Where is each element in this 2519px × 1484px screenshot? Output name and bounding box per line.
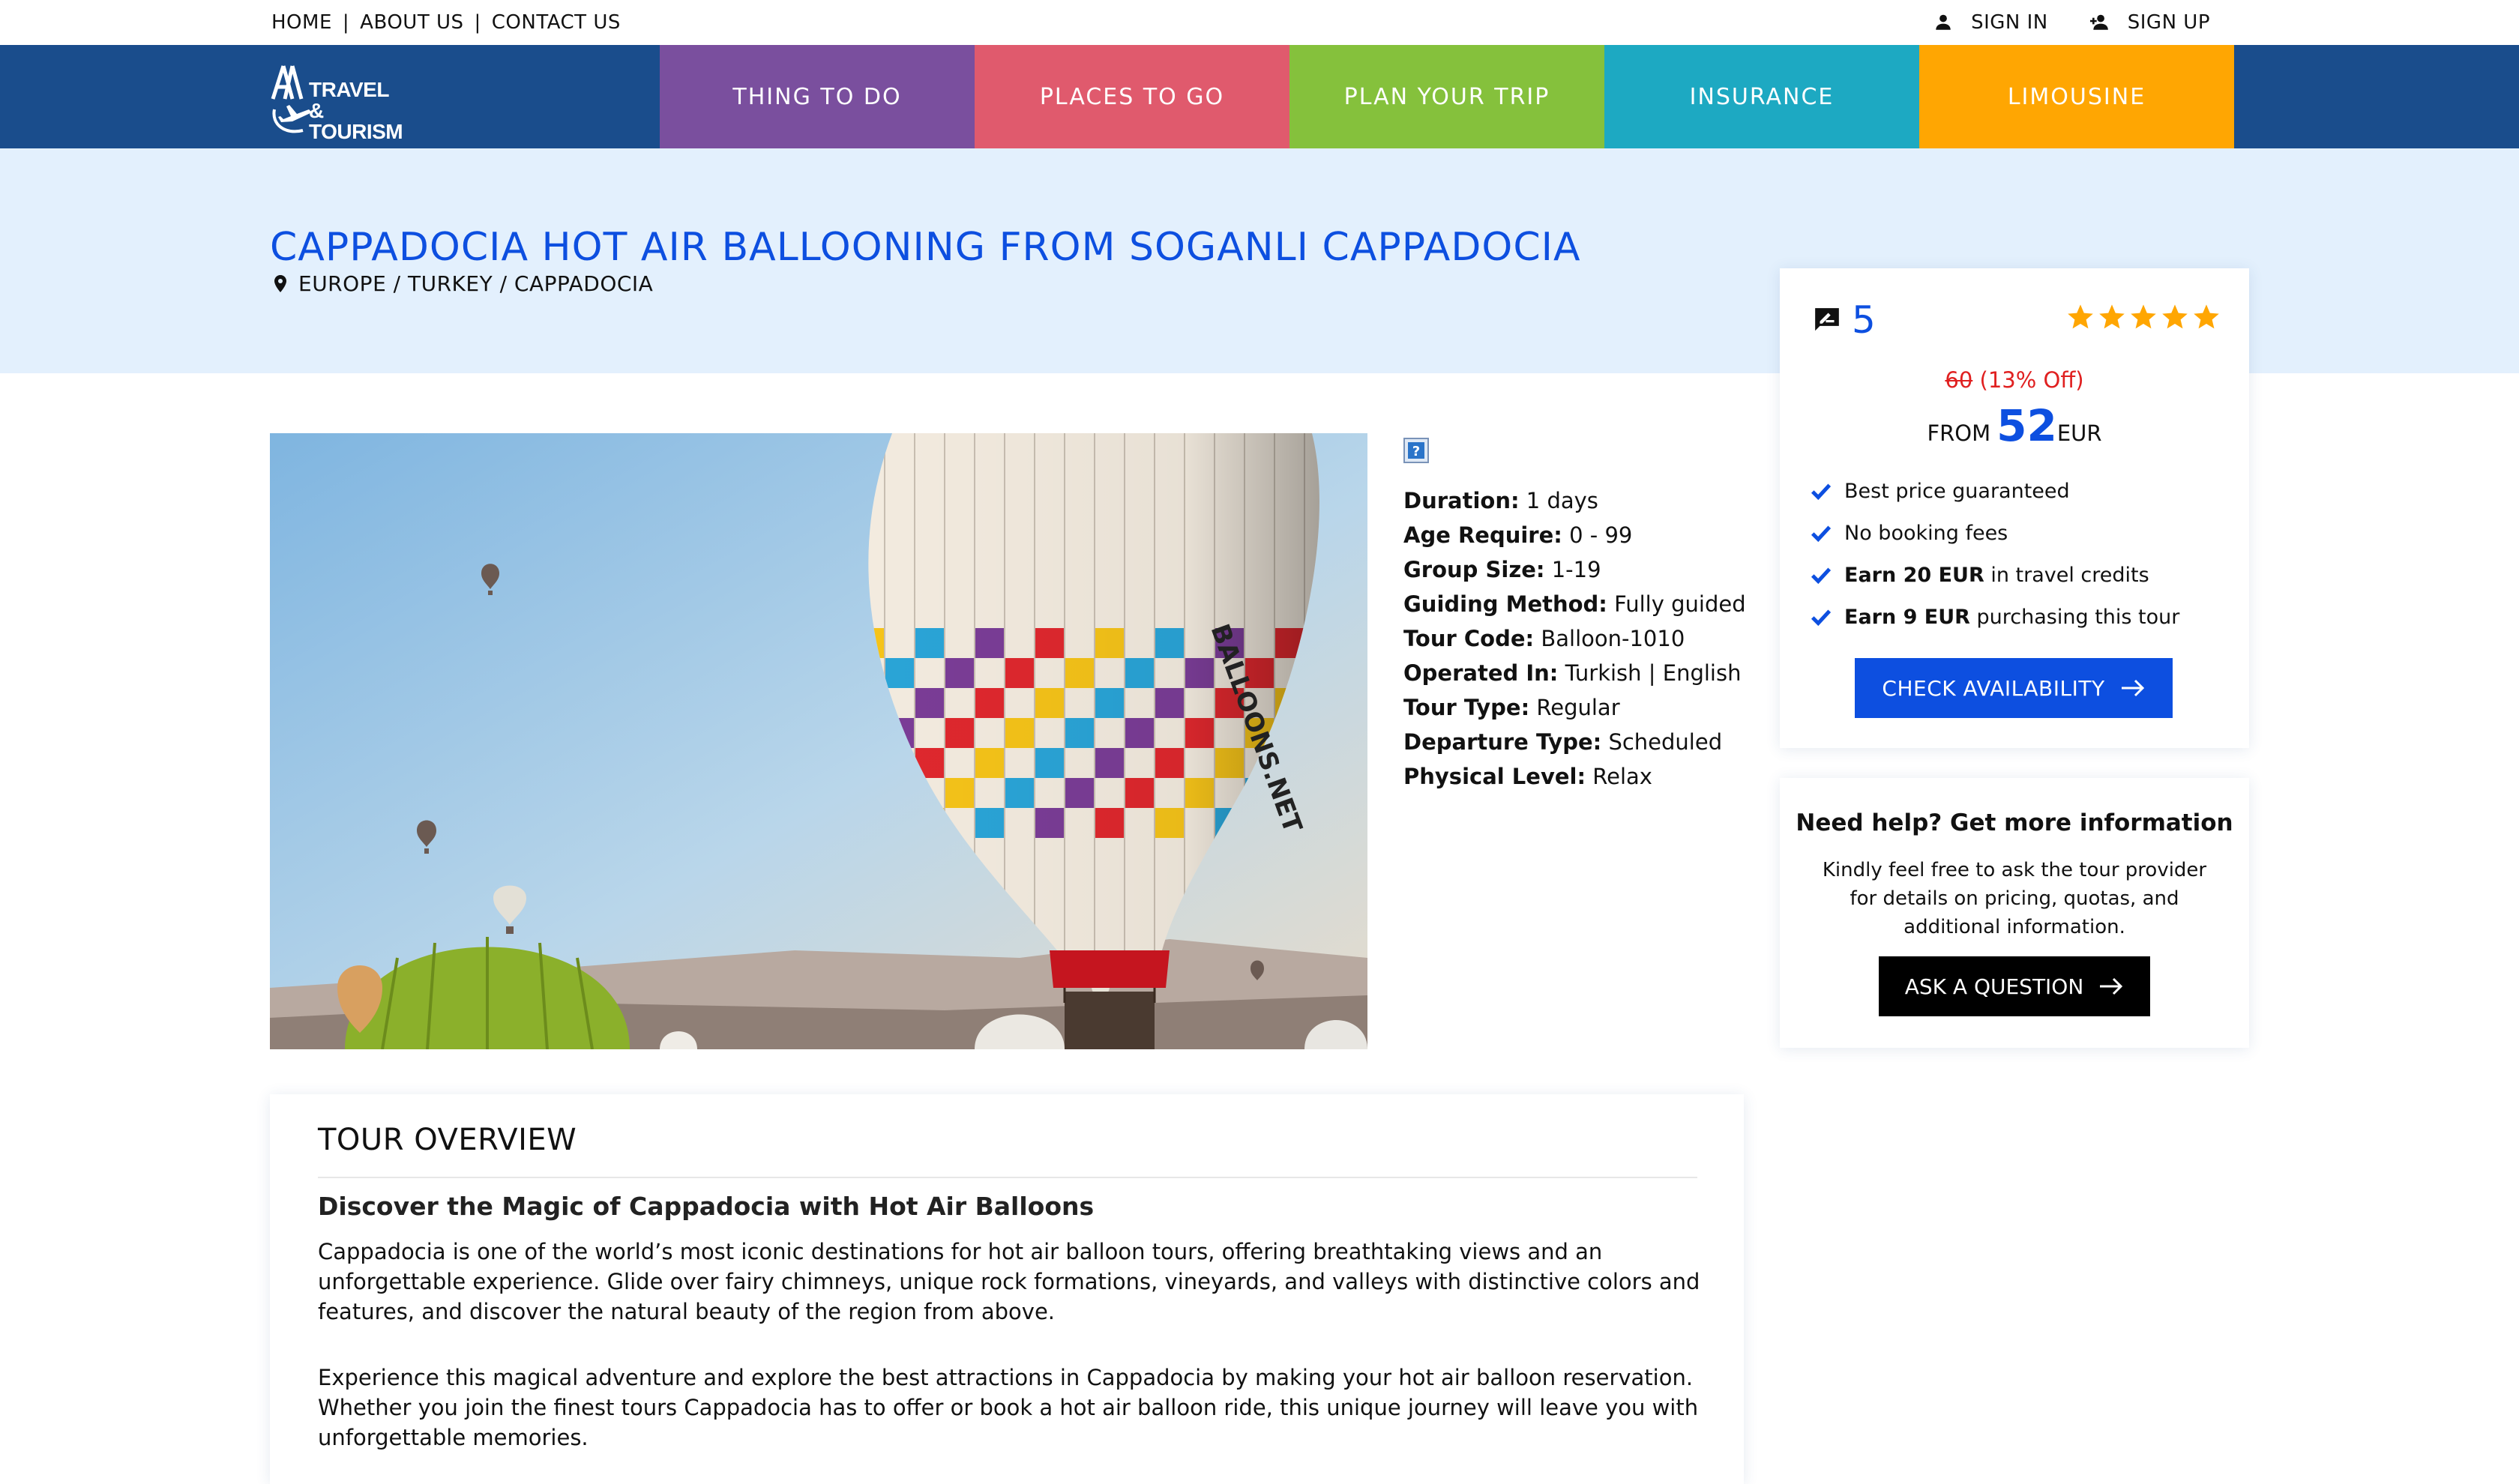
divider: | xyxy=(342,11,350,34)
checkmark-icon xyxy=(1811,567,1832,585)
account-links: SIGN IN SIGN UP xyxy=(1933,0,2210,45)
svg-text:?: ? xyxy=(1412,444,1420,459)
sign-in-link[interactable]: SIGN IN xyxy=(1971,11,2048,34)
detail-group-size: Group Size: 1-19 xyxy=(1403,557,1601,582)
feature-item: No booking fees xyxy=(1810,513,2179,555)
checkmark-icon xyxy=(1811,525,1832,543)
top-links: HOME | ABOUT US | CONTACT US xyxy=(271,0,621,45)
main-nav: TRAVEL & TOURISM THING TO DO PLACES TO G… xyxy=(0,45,2519,148)
review-count[interactable]: 5 xyxy=(1813,298,1876,342)
page-title: CAPPADOCIA HOT AIR BALLOONING FROM SOGAN… xyxy=(270,225,1581,270)
star-rating xyxy=(2066,303,2221,331)
review-icon xyxy=(1815,308,1839,331)
nav-item-things-to-do[interactable]: THING TO DO xyxy=(660,45,975,148)
detail-tour-code: Tour Code: Balloon-1010 xyxy=(1403,626,1685,651)
check-availability-button[interactable]: CHECK AVAILABILITY xyxy=(1855,658,2173,718)
airplane-logo-icon xyxy=(271,65,312,133)
detail-departure-type: Departure Type: Scheduled xyxy=(1403,729,1723,755)
top-bar: HOME | ABOUT US | CONTACT US SIGN IN SIG… xyxy=(0,0,2519,45)
logo-text: TRAVEL & TOURISM xyxy=(309,78,403,143)
user-icon xyxy=(1933,13,1953,32)
star-icon xyxy=(2131,304,2156,329)
breadcrumb-text[interactable]: EUROPE / TURKEY / CAPPADOCIA xyxy=(298,271,653,296)
help-icon[interactable]: ? xyxy=(1403,438,1429,463)
overview-paragraph: Experience this magical adventure and ex… xyxy=(318,1365,1699,1450)
checkmark-icon xyxy=(1811,483,1832,501)
add-user-icon xyxy=(2089,13,2110,32)
star-icon xyxy=(2099,304,2125,329)
divider: | xyxy=(474,11,481,34)
nav-item-insurance[interactable]: INSURANCE xyxy=(1604,45,1919,148)
divider xyxy=(318,1177,1697,1178)
booking-card: 5 60 (13% Off) FROM 52EUR Best price guar… xyxy=(1780,268,2249,748)
arrow-right-icon xyxy=(2100,977,2123,995)
detail-physical-level: Physical Level: Relax xyxy=(1403,764,1652,789)
help-text: Kindly feel free to ask the tour provide… xyxy=(1822,859,2207,938)
nav-item-plan-your-trip[interactable]: PLAN YOUR TRIP xyxy=(1289,45,1604,148)
detail-operated-in: Operated In: Turkish | English xyxy=(1403,660,1742,686)
breadcrumb: EUROPE / TURKEY / CAPPADOCIA xyxy=(271,271,653,296)
location-pin-icon xyxy=(274,274,286,292)
home-link[interactable]: HOME xyxy=(271,11,332,34)
site-logo[interactable]: TRAVEL & TOURISM xyxy=(270,52,405,143)
nav-item-places-to-go[interactable]: PLACES TO GO xyxy=(975,45,1289,148)
tour-details: ? Duration: 1 days Age Require: 0 - 99 G… xyxy=(1403,438,1763,794)
nav-item-limousine[interactable]: LIMOUSINE xyxy=(1919,45,2234,148)
detail-age-require: Age Require: 0 - 99 xyxy=(1403,522,1633,548)
star-icon xyxy=(2162,304,2188,329)
star-icon xyxy=(2194,304,2219,329)
hot-air-balloons-image: BALLOONS.NET xyxy=(270,433,1367,1049)
feature-list: Best price guaranteed No booking fees Ea… xyxy=(1810,471,2179,639)
old-price: 60 (13% Off) xyxy=(1945,367,2084,393)
help-card: Need help? Get more information Kindly f… xyxy=(1780,778,2249,1048)
detail-guiding-method: Guiding Method: Fully guided xyxy=(1403,591,1746,617)
feature-item: Earn 9 EUR purchasing this tour xyxy=(1810,597,2179,639)
detail-tour-type: Tour Type: Regular xyxy=(1403,695,1620,720)
review-count-value: 5 xyxy=(1852,298,1876,342)
contact-us-link[interactable]: CONTACT US xyxy=(492,11,621,34)
arrow-right-icon xyxy=(2121,679,2144,697)
detail-duration: Duration: 1 days xyxy=(1403,488,1598,513)
feature-item: Earn 20 EUR in travel credits xyxy=(1810,555,2179,597)
overview-paragraph: Cappadocia is one of the world’s most ic… xyxy=(318,1239,1700,1324)
help-title: Need help? Get more information xyxy=(1796,809,2233,836)
sign-up-link[interactable]: SIGN UP xyxy=(2128,11,2210,34)
checkmark-icon xyxy=(1811,609,1832,627)
nav-menu: THING TO DO PLACES TO GO PLAN YOUR TRIP … xyxy=(660,45,2234,148)
tour-photo[interactable]: BALLOONS.NET xyxy=(270,433,1367,1049)
feature-item: Best price guaranteed xyxy=(1810,471,2179,513)
overview-title: TOUR OVERVIEW xyxy=(318,1123,577,1157)
current-price: FROM 52EUR xyxy=(1927,400,2102,451)
star-icon xyxy=(2068,304,2093,329)
overview-subtitle: Discover the Magic of Cappadocia with Ho… xyxy=(318,1192,1095,1221)
ask-question-button[interactable]: ASK A QUESTION xyxy=(1879,956,2150,1016)
tour-overview-section: TOUR OVERVIEW Discover the Magic of Capp… xyxy=(270,1094,1744,1484)
about-us-link[interactable]: ABOUT US xyxy=(360,11,463,34)
